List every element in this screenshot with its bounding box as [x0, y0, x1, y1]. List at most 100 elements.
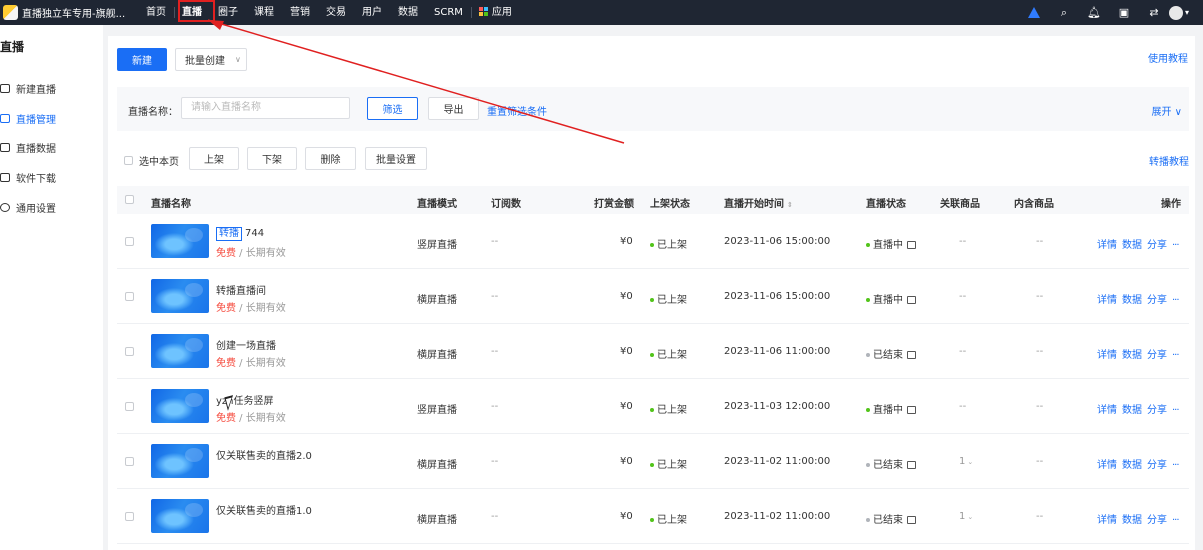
nav-item-course[interactable]: 课程	[246, 0, 282, 25]
avatar	[1169, 5, 1183, 20]
detail-link[interactable]: 详情	[1097, 515, 1117, 526]
expand-filter-link[interactable]: 展开 ∨	[1151, 103, 1182, 118]
monitor-icon[interactable]	[907, 296, 916, 304]
batch-create-dropdown[interactable]: 批量创建 ∨	[175, 48, 247, 71]
row-checkbox[interactable]	[125, 292, 134, 301]
monitor-icon[interactable]	[907, 241, 916, 249]
live-status-badge: 已结束	[866, 346, 916, 361]
apps-grid-icon	[478, 7, 488, 16]
data-link[interactable]: 数据	[1122, 460, 1142, 471]
more-icon[interactable]: ···	[1172, 295, 1179, 306]
live-cover-image[interactable]	[151, 499, 209, 533]
app-title[interactable]: 直播独立车专用-旗舰...	[22, 5, 130, 20]
filter-button[interactable]: 筛选	[367, 97, 418, 120]
avatar-menu[interactable]: ▾	[1169, 0, 1203, 25]
data-link[interactable]: 数据	[1122, 350, 1142, 361]
row-checkbox[interactable]	[125, 237, 134, 246]
share-link[interactable]: 分享	[1147, 350, 1167, 361]
brand-triangle-icon[interactable]	[1019, 0, 1049, 25]
live-cover-image[interactable]	[151, 444, 209, 478]
nav-item-data[interactable]: 数据	[390, 0, 426, 25]
live-status-text: 已结束	[873, 350, 903, 361]
live-cover-image[interactable]	[151, 334, 209, 368]
export-button[interactable]: 导出	[428, 97, 479, 120]
data-link[interactable]: 数据	[1122, 405, 1142, 416]
live-name[interactable]: 仅关联售卖的直播1.0	[216, 502, 312, 517]
row-actions: 详情 数据 分享 ···	[1097, 291, 1179, 306]
help-link[interactable]: 使用教程	[1148, 50, 1188, 65]
linked-products[interactable]: 1 ⌄	[959, 456, 973, 467]
more-icon[interactable]: ···	[1172, 460, 1179, 471]
data-link[interactable]: 数据	[1122, 515, 1142, 526]
switch-icon[interactable]: ⇄	[1139, 0, 1169, 25]
share-link[interactable]: 分享	[1147, 460, 1167, 471]
monitor-icon[interactable]	[907, 351, 916, 359]
more-icon[interactable]: ···	[1172, 350, 1179, 361]
sidebar-item-live-data[interactable]: 直播数据	[0, 137, 56, 157]
nav-item-trade[interactable]: 交易	[318, 0, 354, 25]
nav-item-scrm[interactable]: SCRM	[426, 0, 471, 25]
sidebar-item-new-live[interactable]: 新建直播	[0, 78, 56, 98]
share-link[interactable]: 分享	[1147, 240, 1167, 251]
sidebar-item-settings[interactable]: 通用设置	[0, 197, 56, 217]
more-icon[interactable]: ···	[1172, 405, 1179, 416]
live-name[interactable]: 转播直播间	[216, 282, 266, 297]
chevron-down-icon: ∨	[1174, 107, 1182, 118]
nav-item-apps[interactable]: 应用	[470, 0, 520, 25]
nav-item-marketing[interactable]: 营销	[282, 0, 318, 25]
col-contains: 内含商品	[1014, 199, 1054, 210]
sort-icon[interactable]: ⇕	[787, 201, 793, 209]
monitor-icon[interactable]	[907, 516, 916, 524]
list-on-button[interactable]: 上架	[189, 147, 239, 170]
live-name-search-input[interactable]: 请输入直播名称	[181, 97, 350, 119]
row-checkbox[interactable]	[125, 457, 134, 466]
reset-filter-link[interactable]: 重置筛选条件	[487, 103, 547, 118]
bell-icon[interactable]: 🔔︎	[1079, 0, 1109, 25]
data-link[interactable]: 数据	[1122, 295, 1142, 306]
list-off-button[interactable]: 下架	[247, 147, 297, 170]
monitor-icon[interactable]	[907, 461, 916, 469]
live-cover-image[interactable]	[151, 389, 209, 423]
live-cover-image[interactable]	[151, 224, 209, 258]
listing-status: 已上架	[650, 456, 687, 471]
more-icon[interactable]: ···	[1172, 240, 1179, 251]
sidebar-item-live-manage[interactable]: 直播管理	[0, 108, 56, 128]
detail-link[interactable]: 详情	[1097, 240, 1117, 251]
select-page-checkbox[interactable]: 选中本页	[124, 153, 179, 168]
live-cover-image[interactable]	[151, 279, 209, 313]
chart-icon	[0, 142, 10, 152]
nav-item-users[interactable]: 用户	[354, 0, 390, 25]
row-checkbox[interactable]	[125, 402, 134, 411]
tip-amount: ¥0	[620, 511, 633, 522]
data-link[interactable]: 数据	[1122, 240, 1142, 251]
sidebar-item-download[interactable]: 软件下载	[0, 167, 56, 187]
batch-settings-button[interactable]: 批量设置	[365, 147, 427, 170]
new-button[interactable]: 新建	[117, 48, 167, 71]
search-icon[interactable]: ⌕	[1049, 0, 1079, 25]
rebroadcast-tutorial-link[interactable]: 转播教程	[1149, 153, 1189, 168]
delete-button[interactable]: 删除	[305, 147, 356, 170]
store-icon[interactable]: ▣	[1109, 0, 1139, 25]
row-checkbox[interactable]	[125, 347, 134, 356]
start-time: 2023-11-03 12:00:00	[724, 401, 831, 412]
share-link[interactable]: 分享	[1147, 295, 1167, 306]
detail-link[interactable]: 详情	[1097, 350, 1117, 361]
monitor-icon[interactable]	[907, 406, 916, 414]
nav-item-circle[interactable]: 圈子	[210, 0, 246, 25]
linked-products: --	[959, 236, 966, 247]
detail-link[interactable]: 详情	[1097, 295, 1117, 306]
detail-link[interactable]: 详情	[1097, 460, 1117, 471]
row-checkbox[interactable]	[125, 512, 134, 521]
nav-item-home[interactable]: 首页	[138, 0, 174, 25]
linked-products[interactable]: 1 ⌄	[959, 511, 973, 522]
live-name[interactable]: 转播 744	[216, 227, 264, 241]
free-label: 免费	[216, 248, 236, 259]
share-link[interactable]: 分享	[1147, 405, 1167, 416]
detail-link[interactable]: 详情	[1097, 405, 1117, 416]
select-all-checkbox[interactable]	[125, 195, 134, 204]
share-link[interactable]: 分享	[1147, 515, 1167, 526]
col-start-time[interactable]: 直播开始时间 ⇕	[724, 195, 793, 210]
more-icon[interactable]: ···	[1172, 515, 1179, 526]
live-name[interactable]: 创建一场直播	[216, 337, 276, 352]
live-name[interactable]: 仅关联售卖的直播2.0	[216, 447, 312, 462]
